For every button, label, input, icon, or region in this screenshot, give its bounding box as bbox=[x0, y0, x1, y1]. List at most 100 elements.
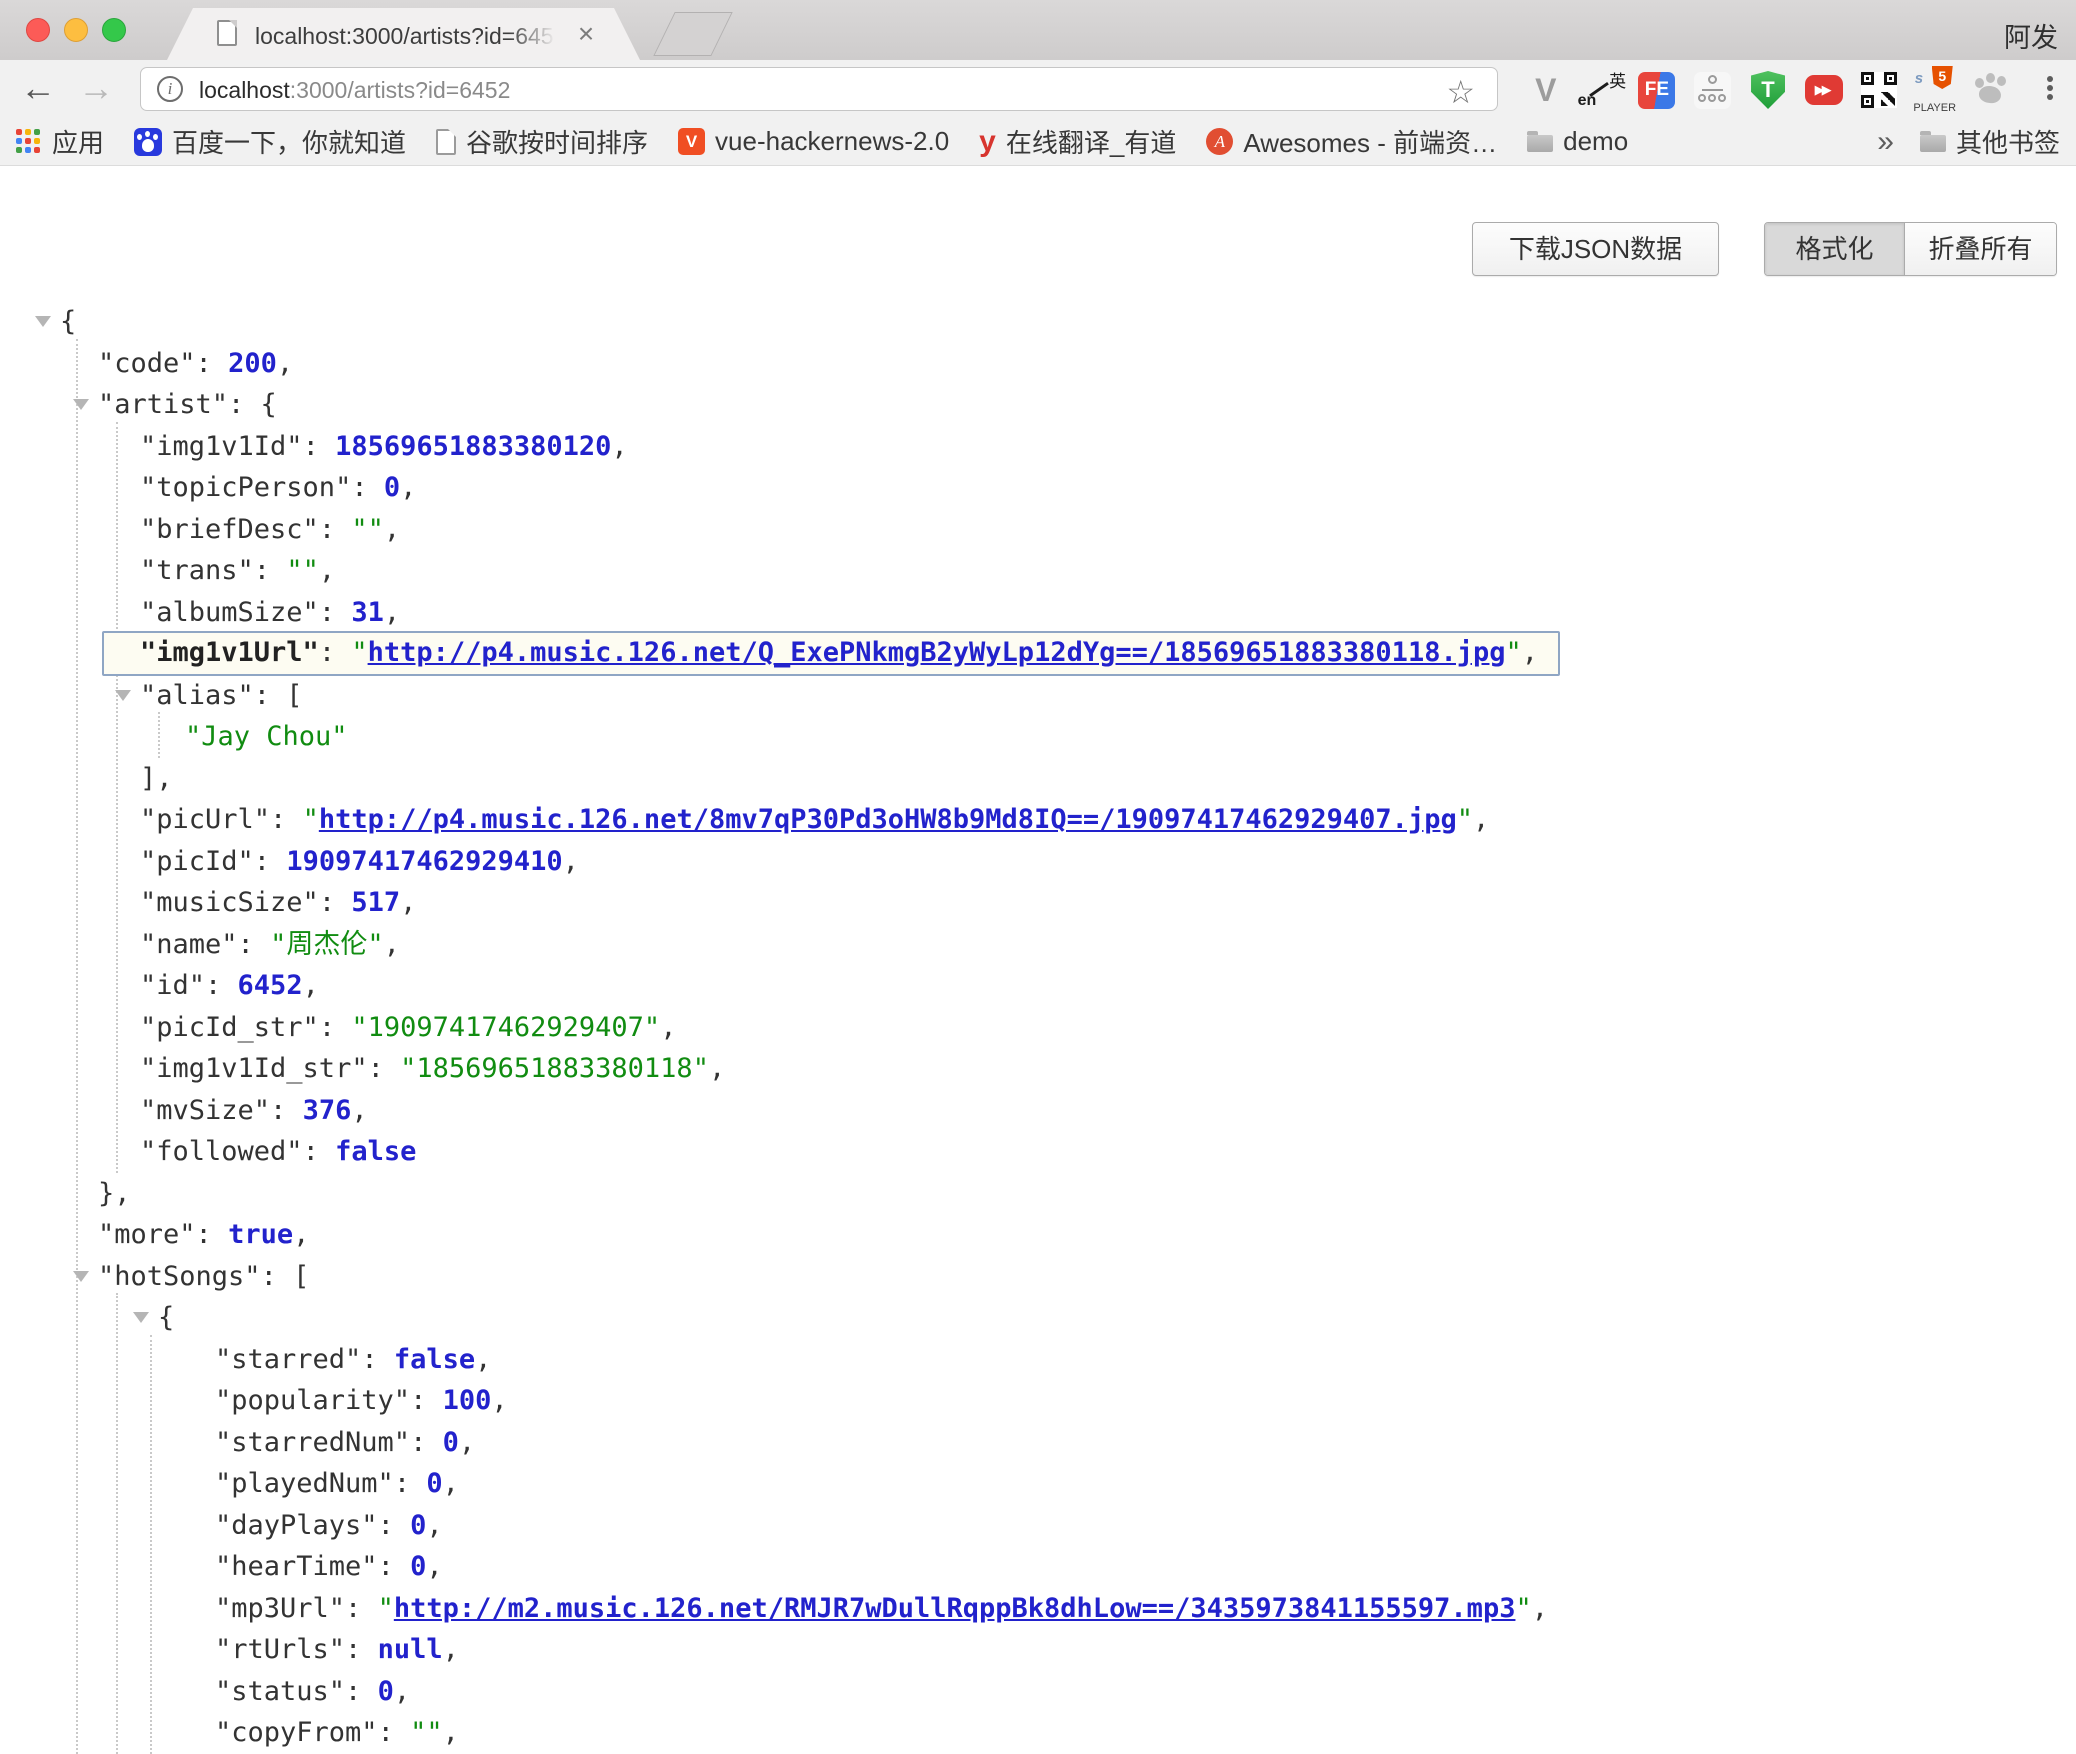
bookmark-baidu[interactable]: 百度一下，你就知道 bbox=[134, 123, 406, 160]
close-window-button[interactable] bbox=[26, 18, 50, 42]
bookmark-youdao[interactable]: y 在线翻译_有道 bbox=[979, 123, 1176, 160]
json-token: : bbox=[378, 1717, 411, 1748]
json-token: "picUrl" bbox=[140, 804, 270, 835]
json-token: : bbox=[368, 1053, 401, 1084]
collapse-toggle-icon[interactable] bbox=[73, 399, 89, 410]
json-line: "picUrl": "http://p4.music.126.net/8mv7q… bbox=[0, 799, 2076, 841]
tampermonkey-icon[interactable]: T bbox=[1740, 64, 1796, 116]
vue-devtools-icon[interactable]: V bbox=[1518, 64, 1574, 116]
bookmark-apps[interactable]: 应用 bbox=[16, 123, 104, 160]
collapse-toggle-icon[interactable] bbox=[115, 690, 131, 701]
json-token: , bbox=[1532, 1593, 1548, 1624]
json-line: "code": 200, bbox=[0, 343, 2076, 385]
collapse-all-button[interactable]: 折叠所有 bbox=[1904, 223, 2056, 275]
json-token: " bbox=[1515, 1593, 1531, 1624]
bookmark-vue-hackernews[interactable]: V vue-hackernews-2.0 bbox=[678, 126, 949, 157]
forward-icon[interactable]: → bbox=[78, 66, 114, 110]
tab-close-icon[interactable]: × bbox=[571, 19, 601, 49]
json-link[interactable]: http://m2.music.126.net/RMJR7wDullRqppBk… bbox=[394, 1593, 1516, 1624]
json-line: "briefDesc": "", bbox=[0, 509, 2076, 551]
collapse-toggle-icon[interactable] bbox=[133, 1312, 149, 1323]
translate-icon[interactable]: en 英 bbox=[1574, 64, 1630, 116]
json-token: "name" bbox=[140, 929, 238, 960]
json-token: "周杰伦" bbox=[270, 929, 384, 960]
active-tab[interactable]: localhost:3000/artists?id=645 × bbox=[167, 8, 640, 60]
json-token: "id" bbox=[140, 970, 205, 1001]
json-token: , bbox=[491, 1385, 507, 1416]
browser-window: localhost:3000/artists?id=645 × 阿发 ← → i… bbox=[0, 0, 2076, 1754]
json-token: "hearTime" bbox=[215, 1551, 378, 1582]
json-line: "rtUrls": null, bbox=[0, 1629, 2076, 1671]
json-token: false bbox=[335, 1136, 416, 1167]
address-bar[interactable]: i localhost:3000/artists?id=6452 ☆ bbox=[140, 67, 1498, 111]
new-tab-button[interactable] bbox=[653, 12, 732, 56]
json-token: "picId_str" bbox=[140, 1012, 319, 1043]
json-token: "more" bbox=[98, 1219, 196, 1250]
json-token: , bbox=[319, 555, 335, 586]
json-token: 0 bbox=[384, 472, 400, 503]
other-bookmarks[interactable]: 其他书签 bbox=[1920, 123, 2060, 160]
json-token: " bbox=[1505, 637, 1521, 668]
json-token: : bbox=[410, 1385, 443, 1416]
bookmark-demo-folder[interactable]: demo bbox=[1527, 126, 1628, 157]
json-link[interactable]: http://p4.music.126.net/Q_ExePNkmgB2yWyL… bbox=[368, 637, 1506, 668]
apps-grid-icon bbox=[16, 129, 42, 155]
json-token: , bbox=[303, 970, 319, 1001]
view-mode-group: 格式化 折叠所有 bbox=[1764, 222, 2057, 276]
format-button[interactable]: 格式化 bbox=[1765, 223, 1904, 275]
json-link[interactable]: http://p4.music.126.net/8mv7qP30Pd3oHW8b… bbox=[319, 804, 1457, 835]
json-token: : bbox=[378, 1551, 411, 1582]
json-token: "picId" bbox=[140, 846, 254, 877]
json-token: "playedNum" bbox=[215, 1468, 394, 1499]
paw-icon[interactable] bbox=[1963, 64, 2019, 116]
bookmarks-bar: 应用 百度一下，你就知道 谷歌按时间排序 V vue-hackernews-2.… bbox=[0, 118, 2076, 166]
json-token: : bbox=[345, 1593, 378, 1624]
back-icon[interactable]: ← bbox=[20, 66, 56, 110]
json-line: "playedNum": 0, bbox=[0, 1463, 2076, 1505]
json-line: "albumSize": 31, bbox=[0, 592, 2076, 634]
zoom-window-button[interactable] bbox=[102, 18, 126, 42]
json-token: , bbox=[443, 1717, 459, 1748]
json-token: "18569651883380118" bbox=[400, 1053, 709, 1084]
html5-player-icon[interactable]: s 5 PLAYER bbox=[1907, 64, 1963, 116]
json-line: "mvSize": 376, bbox=[0, 1090, 2076, 1132]
bookmark-star-icon[interactable]: ☆ bbox=[1446, 73, 1475, 111]
json-token: "19097417462929407" bbox=[351, 1012, 660, 1043]
json-token: "artist" bbox=[98, 389, 228, 420]
site-info-icon[interactable]: i bbox=[157, 76, 183, 102]
profile-name[interactable]: 阿发 bbox=[2004, 16, 2058, 55]
download-json-button[interactable]: 下载JSON数据 bbox=[1472, 222, 1719, 276]
json-line: "artist": { bbox=[0, 384, 2076, 426]
json-token: , bbox=[475, 1344, 491, 1375]
json-token: , bbox=[394, 1676, 410, 1707]
json-token: 6452 bbox=[238, 970, 303, 1001]
baidu-icon bbox=[134, 128, 162, 156]
browser-menu-icon[interactable] bbox=[2046, 73, 2054, 107]
collapse-toggle-icon[interactable] bbox=[73, 1271, 89, 1282]
fehelper-icon[interactable]: FE bbox=[1629, 64, 1685, 116]
bookmarks-overflow-icon[interactable]: » bbox=[1877, 125, 1894, 159]
bookmark-google-sort[interactable]: 谷歌按时间排序 bbox=[436, 123, 648, 160]
json-line: "more": true, bbox=[0, 1214, 2076, 1256]
json-token: "dayPlays" bbox=[215, 1510, 378, 1541]
bookmark-awesomes[interactable]: A Awesomes - 前端资… bbox=[1206, 123, 1497, 160]
sitemap-icon[interactable] bbox=[1685, 64, 1741, 116]
json-token: 19097417462929410 bbox=[286, 846, 562, 877]
json-token: "alias" bbox=[140, 680, 254, 711]
json-token: : bbox=[270, 1095, 303, 1126]
json-token: : bbox=[205, 970, 238, 1001]
minimize-window-button[interactable] bbox=[64, 18, 88, 42]
video-speed-icon[interactable]: ▶▶ bbox=[1796, 64, 1852, 116]
json-token: : bbox=[394, 1468, 427, 1499]
qrcode-icon[interactable] bbox=[1851, 64, 1907, 116]
extension-strip: V en 英 FE T ▶▶ s 5 PLAYER bbox=[1518, 64, 2018, 116]
json-token: , bbox=[400, 472, 416, 503]
json-line: "status": 0, bbox=[0, 1671, 2076, 1713]
json-token: 0 bbox=[426, 1468, 442, 1499]
collapse-toggle-icon[interactable] bbox=[35, 316, 51, 327]
json-token: , bbox=[384, 929, 400, 960]
json-token: , bbox=[384, 514, 400, 545]
url-text[interactable]: localhost:3000/artists?id=6452 bbox=[199, 76, 510, 104]
json-line: "copyFrom": "", bbox=[0, 1712, 2076, 1754]
json-token: , bbox=[660, 1012, 676, 1043]
